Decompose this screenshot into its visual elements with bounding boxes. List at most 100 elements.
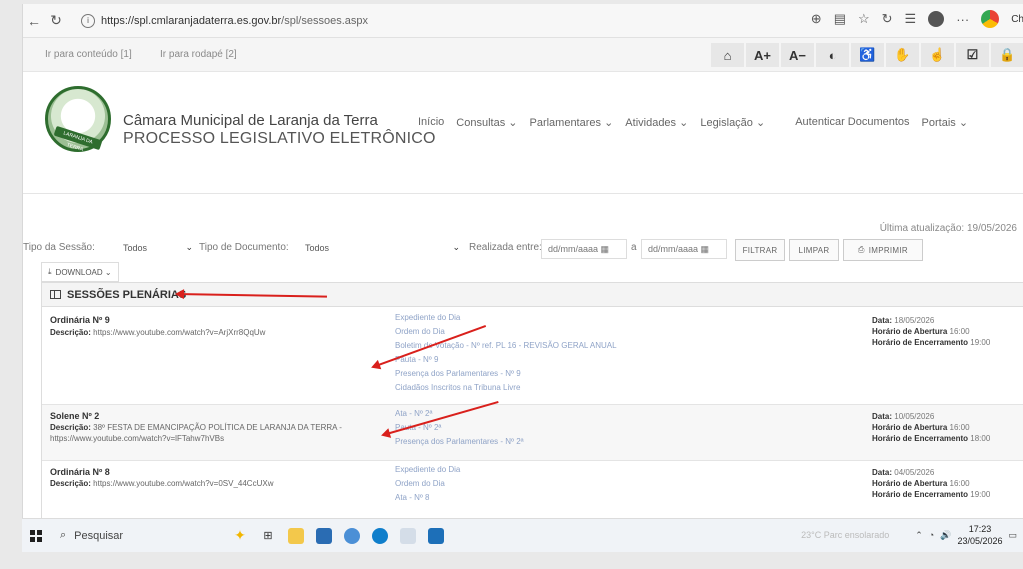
description-link[interactable]: https://www.youtube.com/watch?v=0SV_44Cc… [93, 479, 273, 488]
chevron-down-icon: ⌄ [452, 242, 460, 252]
calendar-icon[interactable]: ▦ [601, 244, 610, 254]
app-icon[interactable] [400, 527, 416, 544]
nav-inicio[interactable]: Início [418, 116, 444, 129]
refresh-icon[interactable]: ↻ [882, 11, 893, 27]
session-title[interactable]: Solene Nº 2 [50, 411, 99, 421]
font-decrease-button[interactable]: A− [781, 43, 814, 67]
windows-start-icon[interactable] [30, 529, 42, 542]
doc-link-pauta[interactable]: Pauta - Nº 9 [395, 353, 617, 367]
taskbar-search[interactable]: ⌕ Pesquisar [60, 529, 220, 542]
search-icon: ⌕ [60, 529, 67, 541]
font-increase-button[interactable]: A+ [746, 43, 779, 67]
close-label: Horário de Encerramento [872, 338, 969, 347]
profile-avatar[interactable] [928, 11, 945, 27]
file-explorer-icon[interactable] [288, 527, 304, 544]
skip-to-footer-link[interactable]: Ir para rodapé [2] [160, 49, 237, 60]
favorite-star-icon[interactable]: ☆ [858, 11, 870, 27]
session-date: 18/05/2026 [894, 316, 935, 325]
nav-atividades[interactable]: Atividades ⌄ [625, 116, 688, 129]
printer-icon: ⎙ [858, 245, 865, 254]
sign-language-icon[interactable]: ✋ [886, 43, 919, 67]
open-label: Horário de Abertura [872, 479, 948, 488]
close-label: Horário de Encerramento [872, 490, 969, 499]
hand-icon[interactable]: ☝ [921, 43, 954, 67]
institution-name[interactable]: Câmara Municipal de Laranja da Terra [123, 112, 378, 129]
open-label: Horário de Abertura [872, 423, 948, 432]
weather-widget[interactable]: 23°C Parc ensolarado [801, 530, 889, 540]
date-label: Data: [872, 316, 893, 325]
zoom-icon[interactable]: ⊕ [811, 11, 822, 27]
nav-portais[interactable]: Portais ⌄ [922, 116, 969, 129]
calendar-icon[interactable]: ▦ [701, 244, 710, 254]
document-type-select[interactable]: Todos ⌄ [299, 240, 464, 258]
site-info-icon[interactable]: i [81, 13, 95, 28]
open-label: Horário de Abertura [872, 327, 948, 336]
reader-icon[interactable]: ▤ [834, 11, 846, 27]
chrome-icon[interactable] [981, 10, 1000, 28]
description-link[interactable]: https://www.youtube.com/watch?v=ArjXrr8Q… [93, 328, 265, 337]
clock-time: 17:23 [968, 524, 992, 534]
checkbox-icon[interactable]: ☑ [956, 43, 989, 67]
reload-icon[interactable]: ↻ [45, 10, 67, 32]
date-start-input[interactable]: dd/mm/aaaa ▦ [541, 239, 627, 259]
clear-button[interactable]: LIMPAR [789, 239, 839, 261]
doc-link-pauta[interactable]: Pauta - Nº 2ª [395, 421, 524, 435]
nav-legislacao[interactable]: Legislação ⌄ [700, 116, 765, 129]
session-meta: Data: 10/05/2026 Horário de Abertura 16:… [872, 411, 990, 444]
mail-icon[interactable] [428, 527, 444, 544]
institution-subtitle[interactable]: PROCESSO LEGISLATIVO ELETRÔNICO [123, 130, 436, 148]
home-icon[interactable]: ⌂ [711, 43, 744, 67]
doc-link-ordem[interactable]: Ordem do Dia [395, 325, 617, 339]
edge-icon[interactable] [344, 527, 360, 544]
description-text[interactable]: 38º FESTA DE EMANCIPAÇÃO POLÍTICA DE LAR… [50, 423, 342, 443]
network-icon[interactable]: ◔ [929, 530, 934, 540]
chrome-label: Ch [1011, 13, 1023, 25]
more-icon[interactable]: ··· [956, 12, 969, 27]
session-title[interactable]: Ordinária Nº 9 [50, 315, 110, 325]
doc-link-expediente[interactable]: Expediente do Dia [395, 463, 460, 477]
open-time: 16:00 [949, 479, 970, 488]
notification-icon[interactable]: ▭ [1008, 530, 1017, 541]
favorites-icon[interactable]: ☰ [905, 11, 917, 27]
session-type-select[interactable]: Todos ⌄ [117, 240, 197, 258]
doc-link-presenca[interactable]: Presença dos Parlamentares - Nº 2ª [395, 435, 524, 449]
skip-to-content-link[interactable]: Ir para conteúdo [1] [45, 49, 132, 60]
lock-icon[interactable]: 🔒 [991, 43, 1023, 67]
session-description: Descrição: https://www.youtube.com/watch… [50, 327, 380, 338]
date-end-input[interactable]: dd/mm/aaaa ▦ [641, 239, 727, 259]
task-view-icon[interactable]: ⊞ [260, 528, 276, 544]
doc-link-tribuna[interactable]: Cidadãos Inscritos na Tribuna Livre [395, 381, 617, 395]
doc-link-ordem[interactable]: Ordem do Dia [395, 477, 460, 491]
session-row: Solene Nº 2 Descrição: 38º FESTA DE EMAN… [42, 405, 1023, 461]
close-time: 18:00 [970, 434, 991, 443]
print-button[interactable]: ⎙ IMPRIMIR [843, 239, 923, 261]
nav-parlamentares[interactable]: Parlamentares ⌄ [529, 116, 613, 129]
doc-link-presenca[interactable]: Presença dos Parlamentares - Nº 9 [395, 367, 617, 381]
chevron-up-icon[interactable]: ⌃ [915, 530, 923, 541]
contrast-icon[interactable]: ◐ [816, 43, 849, 67]
session-title[interactable]: Ordinária Nº 8 [50, 467, 110, 477]
date-start-placeholder: dd/mm/aaaa [548, 244, 599, 254]
store-icon[interactable] [316, 527, 332, 544]
site-header: LARANJA DA TERRA Câmara Municipal de Lar… [23, 72, 1023, 194]
clock[interactable]: 17:23 23/05/2026 [957, 523, 1002, 547]
sparkle-icon[interactable]: ✦ [232, 527, 248, 544]
doc-link-ata[interactable]: Ata - Nº 8 [395, 491, 460, 505]
accessibility-icon[interactable]: ♿ [851, 43, 884, 67]
session-row: Ordinária Nº 9 Descrição: https://www.yo… [42, 307, 1023, 405]
speaker-icon[interactable]: 🔊 [940, 530, 951, 541]
municipal-logo[interactable]: LARANJA DA TERRA [45, 86, 111, 153]
search-placeholder: Pesquisar [74, 529, 124, 542]
browser-icon[interactable] [372, 527, 388, 544]
session-documents: Expediente do Dia Ordem do Dia Ata - Nº … [395, 463, 460, 505]
back-icon[interactable]: ← [23, 10, 45, 32]
browser-window: ← ↻ i https://spl.cmlaranjadaterra.es.go… [22, 4, 1023, 552]
address-bar[interactable]: i https://spl.cmlaranjadaterra.es.gov.br… [75, 9, 415, 33]
filter-button[interactable]: FILTRAR [735, 239, 785, 261]
download-button[interactable]: ⤓ DOWNLOAD ⌄ [41, 262, 119, 282]
nav-autenticar[interactable]: Autenticar Documentos [795, 116, 909, 129]
date-label: Data: [872, 468, 893, 477]
nav-consultas[interactable]: Consultas ⌄ [456, 116, 517, 129]
logo-text: LARANJA DA TERRA [62, 130, 94, 153]
doc-link-expediente[interactable]: Expediente do Dia [395, 311, 617, 325]
